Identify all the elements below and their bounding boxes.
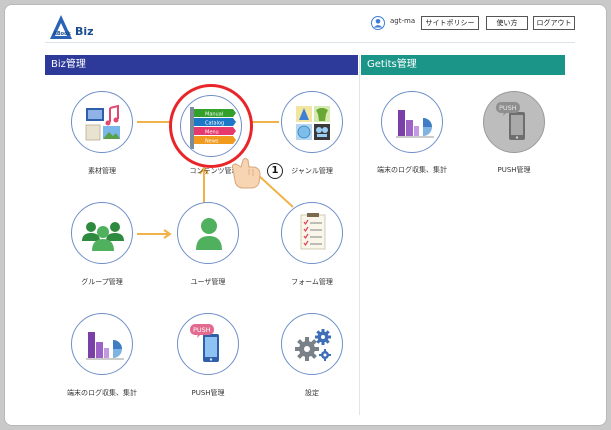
connector-line — [251, 121, 279, 123]
materials-management-label: 素材管理 — [88, 167, 116, 175]
log-stats-chart-icon — [86, 332, 124, 360]
annotation-number-1: 1 — [267, 163, 283, 179]
gears-icon — [295, 329, 331, 361]
username: agt-ma — [390, 17, 416, 25]
push-management-button[interactable]: PUSH — [177, 313, 239, 375]
materials-management-button[interactable] — [71, 91, 133, 153]
push-phone-disabled-icon: PUSH — [496, 102, 525, 140]
top-bar: ABook Biz agt-ma サイトポリシー 使い方 ログアウト — [5, 5, 606, 43]
media-files-icon — [85, 104, 120, 141]
settings-button[interactable] — [281, 313, 343, 375]
genre-grid-icon — [296, 106, 330, 140]
logo-biz-text: Biz — [75, 25, 94, 38]
device-log-collection-label: 端末のログ収集、集計 — [67, 389, 137, 397]
app-window: ABook Biz agt-ma サイトポリシー 使い方 ログアウト Biz管理… — [4, 4, 607, 426]
connector-arrow-right-icon — [137, 229, 172, 239]
form-checklist-icon — [300, 213, 326, 250]
user-management-button[interactable] — [177, 202, 239, 264]
hand-pointer-icon — [231, 158, 261, 189]
site-policy-button[interactable]: サイトポリシー — [421, 16, 479, 30]
settings-label: 設定 — [305, 389, 319, 397]
logo-abook-text: ABook — [53, 31, 71, 37]
push-phone-icon: PUSH — [190, 324, 219, 362]
group-management-button[interactable] — [71, 202, 133, 264]
device-log-collection-button[interactable] — [71, 313, 133, 375]
group-management-label: グループ管理 — [81, 278, 123, 286]
getits-device-log-label: 端末のログ収集、集計 — [377, 166, 447, 174]
user-management-label: ユーザ管理 — [190, 278, 226, 286]
group-people-icon — [82, 222, 124, 251]
push-management-label: PUSH管理 — [191, 389, 225, 397]
header-divider — [45, 42, 575, 43]
getits-device-log-button[interactable] — [381, 91, 443, 153]
user-person-icon — [196, 218, 222, 250]
getits-push-management-label: PUSH管理 — [497, 166, 531, 174]
form-management-button[interactable] — [281, 202, 343, 264]
user-avatar-icon — [371, 16, 385, 30]
abook-biz-logo[interactable]: ABook Biz — [49, 14, 109, 40]
biz-section-header: Biz管理 — [45, 55, 358, 75]
getits-section-header: Getits管理 — [361, 55, 565, 75]
log-stats-chart-icon — [396, 110, 434, 138]
push-bubble-text: PUSH — [499, 104, 517, 112]
logout-button[interactable]: ログアウト — [533, 16, 575, 30]
how-to-use-button[interactable]: 使い方 — [486, 16, 528, 30]
form-management-label: フォーム管理 — [291, 278, 333, 286]
push-bubble-text: PUSH — [193, 326, 211, 334]
getits-push-management-button[interactable]: PUSH — [483, 91, 545, 153]
genre-management-button[interactable] — [281, 91, 343, 153]
section-divider — [359, 55, 360, 415]
connector-line — [137, 121, 171, 123]
